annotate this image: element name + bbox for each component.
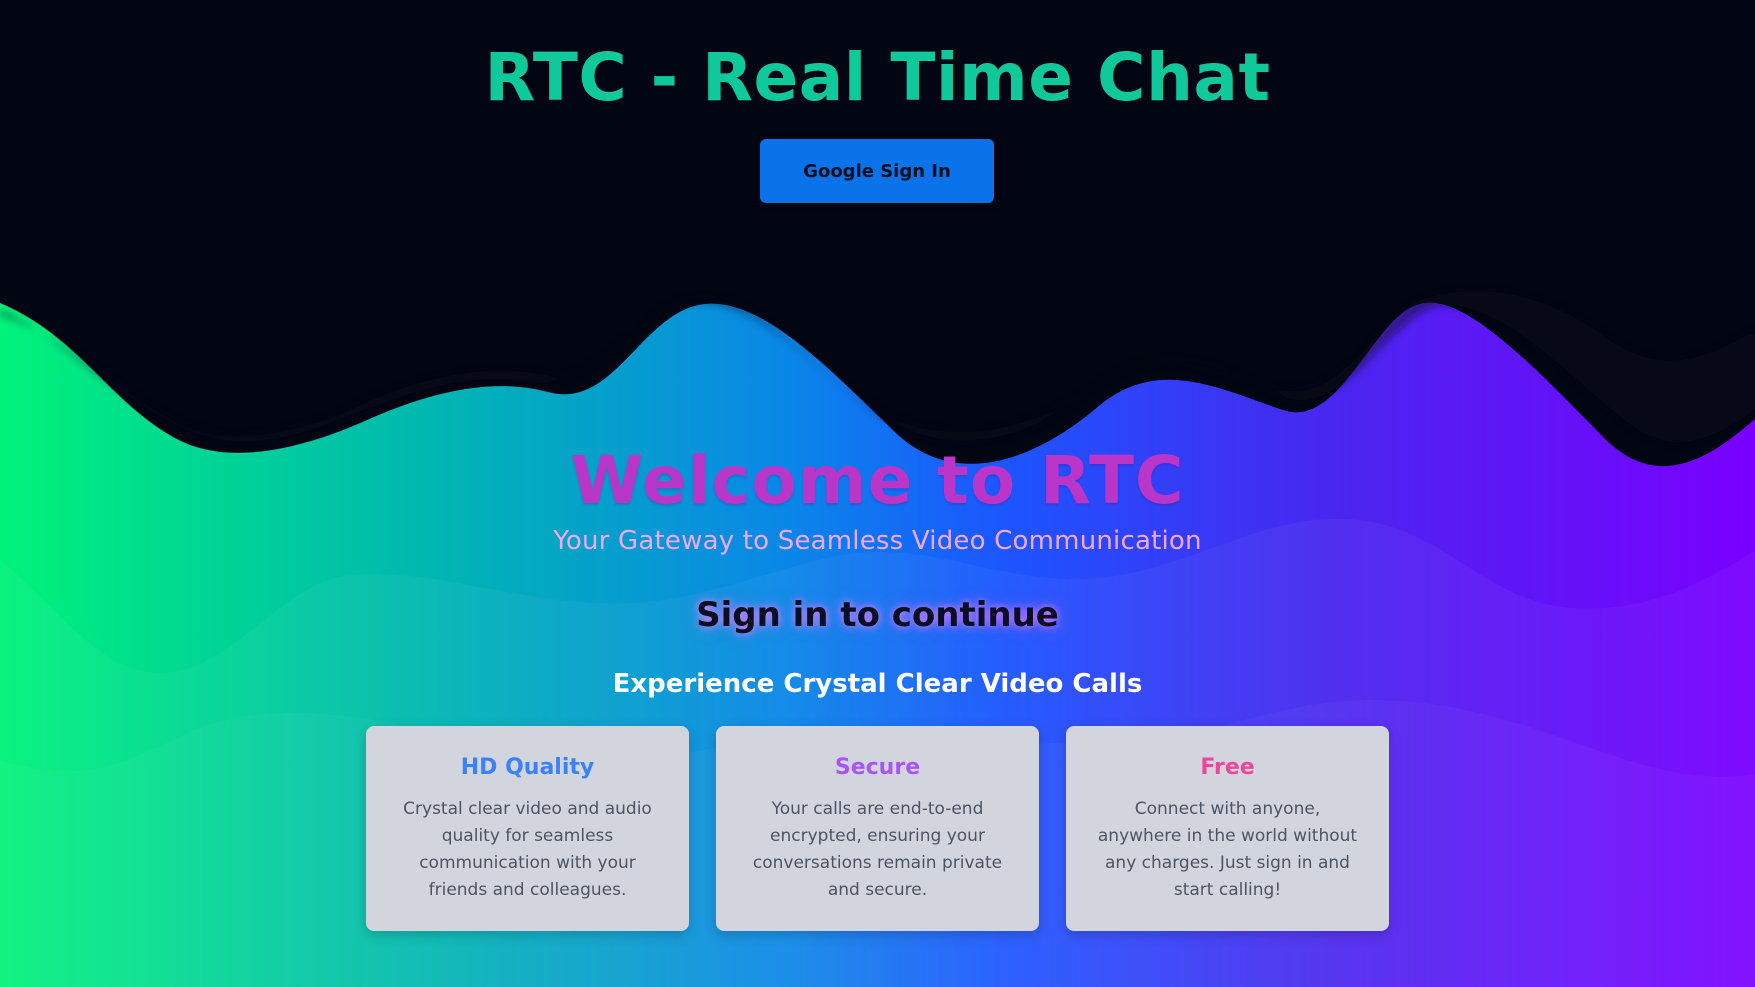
feature-card-free: Free Connect with anyone, anywhere in th… bbox=[1066, 726, 1389, 931]
hero-section: Welcome to RTC Your Gateway to Seamless … bbox=[0, 442, 1755, 636]
google-sign-in-button[interactable]: Google Sign In bbox=[760, 139, 994, 203]
feature-card-hd-quality: HD Quality Crystal clear video and audio… bbox=[366, 726, 689, 931]
feature-card-title: Free bbox=[1200, 755, 1255, 780]
page-title: RTC - Real Time Chat bbox=[484, 39, 1271, 116]
feature-card-title: HD Quality bbox=[460, 755, 595, 780]
feature-card-title: Secure bbox=[834, 755, 921, 780]
feature-card-secure: Secure Your calls are end-to-end encrypt… bbox=[716, 726, 1039, 931]
feature-card-description: Connect with anyone, anywhere in the wor… bbox=[1097, 799, 1358, 900]
feature-card-description: Your calls are end-to-end encrypted, ens… bbox=[752, 799, 1003, 900]
welcome-heading: Welcome to RTC bbox=[570, 442, 1185, 519]
tagline-text: Your Gateway to Seamless Video Communica… bbox=[553, 525, 1202, 556]
feature-card-description: Crystal clear video and audio quality fo… bbox=[403, 799, 652, 900]
feature-cards: HD Quality Crystal clear video and audio… bbox=[366, 726, 1389, 931]
landing-page: RTC - Real Time Chat Google Sign In Welc… bbox=[0, 0, 1755, 987]
sign-in-prompt: Sign in to continue bbox=[696, 594, 1059, 635]
features-heading: Experience Crystal Clear Video Calls bbox=[612, 669, 1143, 699]
